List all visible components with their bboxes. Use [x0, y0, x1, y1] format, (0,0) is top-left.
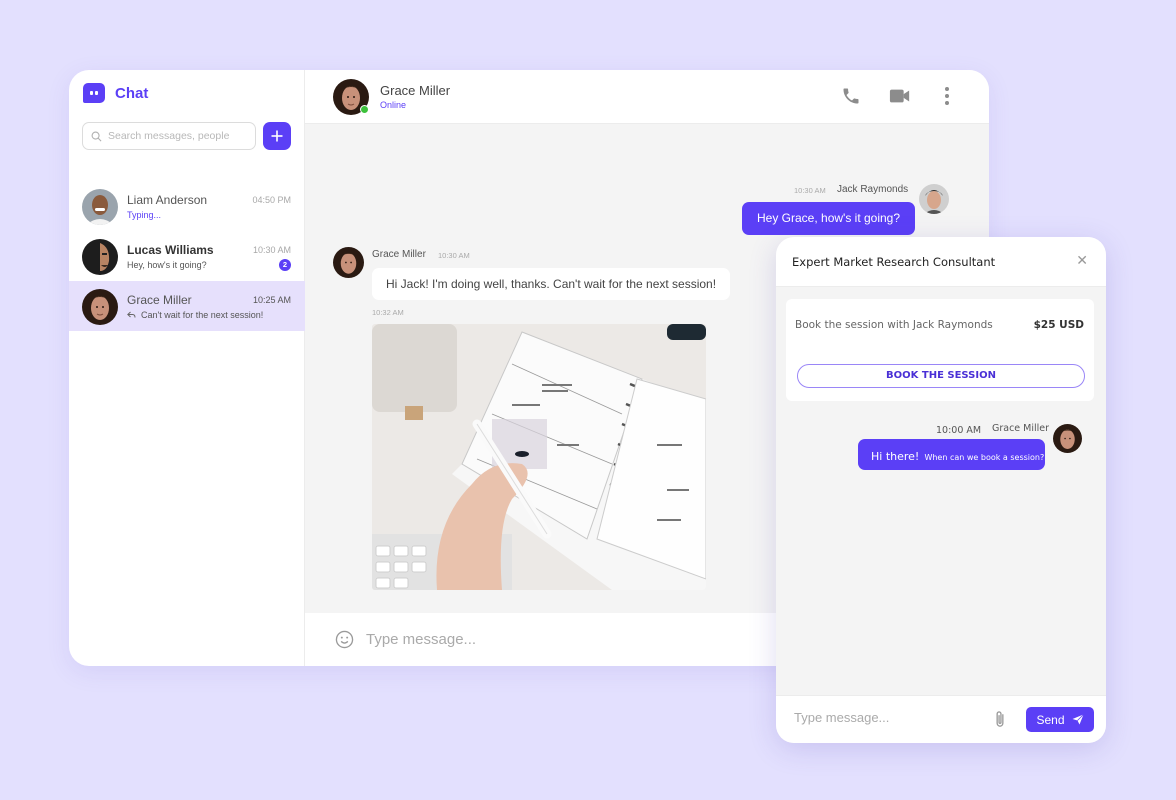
- chat-contact-name: Grace Miller: [380, 83, 451, 98]
- plus-icon: [271, 130, 283, 142]
- panel-message-input[interactable]: [794, 710, 964, 725]
- panel-header: Expert Market Research Consultant ✕: [776, 237, 1106, 287]
- panel-title: Expert Market Research Consultant: [792, 255, 996, 269]
- brand-name: Chat: [115, 84, 149, 102]
- contact-time: 10:30 AM: [252, 245, 291, 255]
- message-bubble-outgoing: Hi there! When can we book a session?: [858, 439, 1045, 470]
- sidebar: Chat Liam Anderson 04:50 PM Typing...: [69, 70, 305, 666]
- send-label: Send: [1036, 712, 1065, 727]
- contact-preview-text: Can't wait for the next session!: [141, 310, 264, 320]
- booking-description: Book the session with Jack Raymonds: [795, 319, 993, 331]
- message-time: 10:30 AM: [438, 251, 470, 260]
- message-time: 10:00 AM: [936, 425, 982, 436]
- contact-item-active[interactable]: Grace Miller 10:25 AM Can't wait for the…: [69, 281, 305, 331]
- image-attachment[interactable]: [372, 324, 706, 590]
- video-camera-icon[interactable]: [889, 86, 911, 111]
- contact-preview: Can't wait for the next session!: [127, 310, 263, 320]
- message-time: 10:30 AM: [794, 186, 826, 195]
- avatar: [333, 247, 364, 278]
- message-input[interactable]: [366, 631, 726, 648]
- message-text: When can we book a session?: [924, 453, 1045, 462]
- emoji-icon[interactable]: [335, 630, 354, 649]
- send-button[interactable]: Send: [1026, 707, 1094, 732]
- unread-badge: 2: [279, 259, 291, 271]
- avatar: [919, 184, 949, 214]
- contact-time: 04:50 PM: [252, 195, 291, 205]
- contact-list: Liam Anderson 04:50 PM Typing... Lucas W…: [69, 181, 305, 331]
- chat-contact-status: Online: [380, 100, 407, 110]
- phone-icon[interactable]: [841, 86, 861, 111]
- new-chat-button[interactable]: [263, 122, 291, 150]
- contact-item[interactable]: Lucas Williams 10:30 AM Hey, how's it go…: [69, 231, 305, 281]
- avatar: [1053, 424, 1082, 453]
- brand: Chat: [83, 83, 148, 103]
- contact-name: Grace Miller: [127, 293, 192, 307]
- contact-time: 10:25 AM: [252, 295, 291, 305]
- search-icon: [91, 131, 102, 141]
- search-box[interactable]: [82, 122, 256, 150]
- message-bubble-outgoing: Hey Grace, how's it going?: [742, 202, 916, 235]
- booking-panel: Expert Market Research Consultant ✕ Book…: [776, 237, 1106, 743]
- book-session-button[interactable]: BOOK THE SESSION: [797, 364, 1085, 388]
- avatar: [82, 239, 118, 275]
- message-time: 10:32 AM: [372, 308, 404, 317]
- panel-composer: Send: [776, 695, 1106, 743]
- message-bubble-incoming: Hi Jack! I'm doing well, thanks. Can't w…: [372, 268, 731, 300]
- online-status-dot: [360, 105, 369, 114]
- paperclip-icon[interactable]: [994, 710, 1006, 733]
- close-icon[interactable]: ✕: [1076, 253, 1088, 269]
- chat-logo-icon: [83, 83, 105, 103]
- avatar: [82, 189, 118, 225]
- contact-name: Liam Anderson: [127, 193, 208, 207]
- booking-card: Book the session with Jack Raymonds $25 …: [786, 299, 1094, 401]
- typing-indicator: Typing...: [127, 210, 162, 220]
- reply-icon: [127, 311, 136, 318]
- contact-item[interactable]: Liam Anderson 04:50 PM Typing...: [69, 181, 305, 231]
- contact-name: Lucas Williams: [127, 243, 214, 257]
- paper-plane-icon: [1072, 714, 1084, 725]
- message-sender: Grace Miller: [992, 423, 1050, 434]
- message-sender: Grace Miller: [372, 249, 426, 260]
- search-input[interactable]: [108, 130, 248, 142]
- chat-header: Grace Miller Online: [305, 70, 989, 124]
- message-greeting: Hi there!: [871, 450, 920, 463]
- message-sender: Jack Raymonds: [837, 184, 909, 195]
- contact-preview: Hey, how's it going?: [127, 260, 207, 270]
- avatar: [82, 289, 118, 325]
- more-vertical-icon[interactable]: [944, 86, 950, 111]
- booking-price: $25 USD: [1033, 319, 1084, 331]
